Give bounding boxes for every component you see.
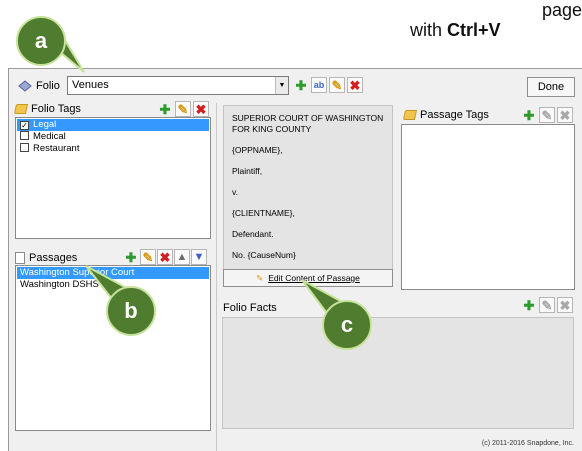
add-passage-button[interactable]: ✚ <box>123 249 139 265</box>
instruction-line-2: with Ctrl+V <box>410 20 501 40</box>
passage-line: Defendant. <box>232 229 274 239</box>
passage-tags-list[interactable] <box>401 124 575 290</box>
panel-divider <box>216 103 217 451</box>
folio-label: Folio <box>36 80 60 92</box>
instruction-text: page with Ctrl+V <box>410 0 582 60</box>
rename-folio-button[interactable]: ab <box>311 77 327 93</box>
edit-passage-tag-button[interactable]: ✎ <box>539 107 555 123</box>
edit-passage-button[interactable]: ✎ <box>140 249 156 265</box>
add-fact-button[interactable]: ✚ <box>521 297 537 313</box>
folio-facts-title: Folio Facts <box>223 302 277 314</box>
move-up-button[interactable]: ▲ <box>174 249 190 265</box>
list-item[interactable]: Medical <box>17 131 209 143</box>
add-tag-button[interactable]: ✚ <box>157 101 173 117</box>
callout-c: c <box>296 276 386 366</box>
folio-tags-header: Folio Tags <box>13 103 81 115</box>
shortcut-key: Ctrl+V <box>447 20 501 40</box>
folio-icon <box>18 80 32 92</box>
pencil-icon: ✎ <box>256 272 264 283</box>
passages-header: Passages <box>15 252 77 264</box>
app-window: Folio Venues ▼ ✚ ab ✎ ✖ Done Folio Tags … <box>8 68 582 451</box>
copyright-text: (c) 2011-2016 Snapdone, Inc. <box>481 440 574 447</box>
list-item[interactable]: ✓ Legal <box>17 119 209 131</box>
edit-tag-button[interactable]: ✎ <box>175 101 191 117</box>
checkbox[interactable] <box>20 143 29 152</box>
folio-toolbar: Folio Venues ▼ ✚ ab ✎ ✖ Done <box>9 69 582 103</box>
passage-tags-title: Passage Tags <box>420 109 489 121</box>
delete-passage-tag-button[interactable]: ✖ <box>557 107 573 123</box>
folio-tags-title: Folio Tags <box>31 103 81 115</box>
passage-line: v. <box>232 187 238 197</box>
chevron-down-icon[interactable]: ▼ <box>275 77 288 94</box>
folio-facts-header: Folio Facts <box>223 302 277 314</box>
add-folio-button[interactable]: ✚ <box>293 77 309 93</box>
folio-facts-area[interactable] <box>222 317 574 429</box>
edit-folio-button[interactable]: ✎ <box>329 77 345 93</box>
checkbox[interactable] <box>20 131 29 140</box>
delete-folio-button[interactable]: ✖ <box>347 77 363 93</box>
passage-line: Plaintiff, <box>232 166 263 176</box>
tag-icon <box>402 110 418 120</box>
move-down-button[interactable]: ▼ <box>191 249 207 265</box>
delete-fact-button[interactable]: ✖ <box>557 297 573 313</box>
folio-select-value: Venues <box>72 79 109 91</box>
list-item[interactable]: Restaurant <box>17 143 209 155</box>
passage-line: {OPPNAME}, <box>232 145 283 155</box>
callout-b: b <box>82 264 172 354</box>
passage-line: SUPERIOR COURT OF WASHINGTON FOR KING CO… <box>232 113 384 134</box>
document-icon <box>15 252 25 264</box>
checkbox-checked[interactable]: ✓ <box>20 121 29 130</box>
callout-a: a <box>8 12 92 76</box>
delete-tag-button[interactable]: ✖ <box>193 101 209 117</box>
tag-icon <box>13 104 29 114</box>
edit-fact-button[interactable]: ✎ <box>539 297 555 313</box>
folio-select[interactable]: Venues ▼ <box>67 76 289 95</box>
folio-tags-list[interactable]: ✓ Legal Medical Restaurant <box>15 117 211 239</box>
instruction-line-1: page <box>541 0 582 20</box>
done-button[interactable]: Done <box>527 77 575 97</box>
add-passage-tag-button[interactable]: ✚ <box>521 107 537 123</box>
passages-title: Passages <box>29 252 78 264</box>
delete-passage-button[interactable]: ✖ <box>157 249 173 265</box>
passage-preview: SUPERIOR COURT OF WASHINGTON FOR KING CO… <box>223 105 393 275</box>
passage-tags-header: Passage Tags <box>402 109 489 121</box>
passage-line: {CLIENTNAME}, <box>232 208 295 218</box>
passage-line: No. {CauseNum} <box>232 250 296 260</box>
